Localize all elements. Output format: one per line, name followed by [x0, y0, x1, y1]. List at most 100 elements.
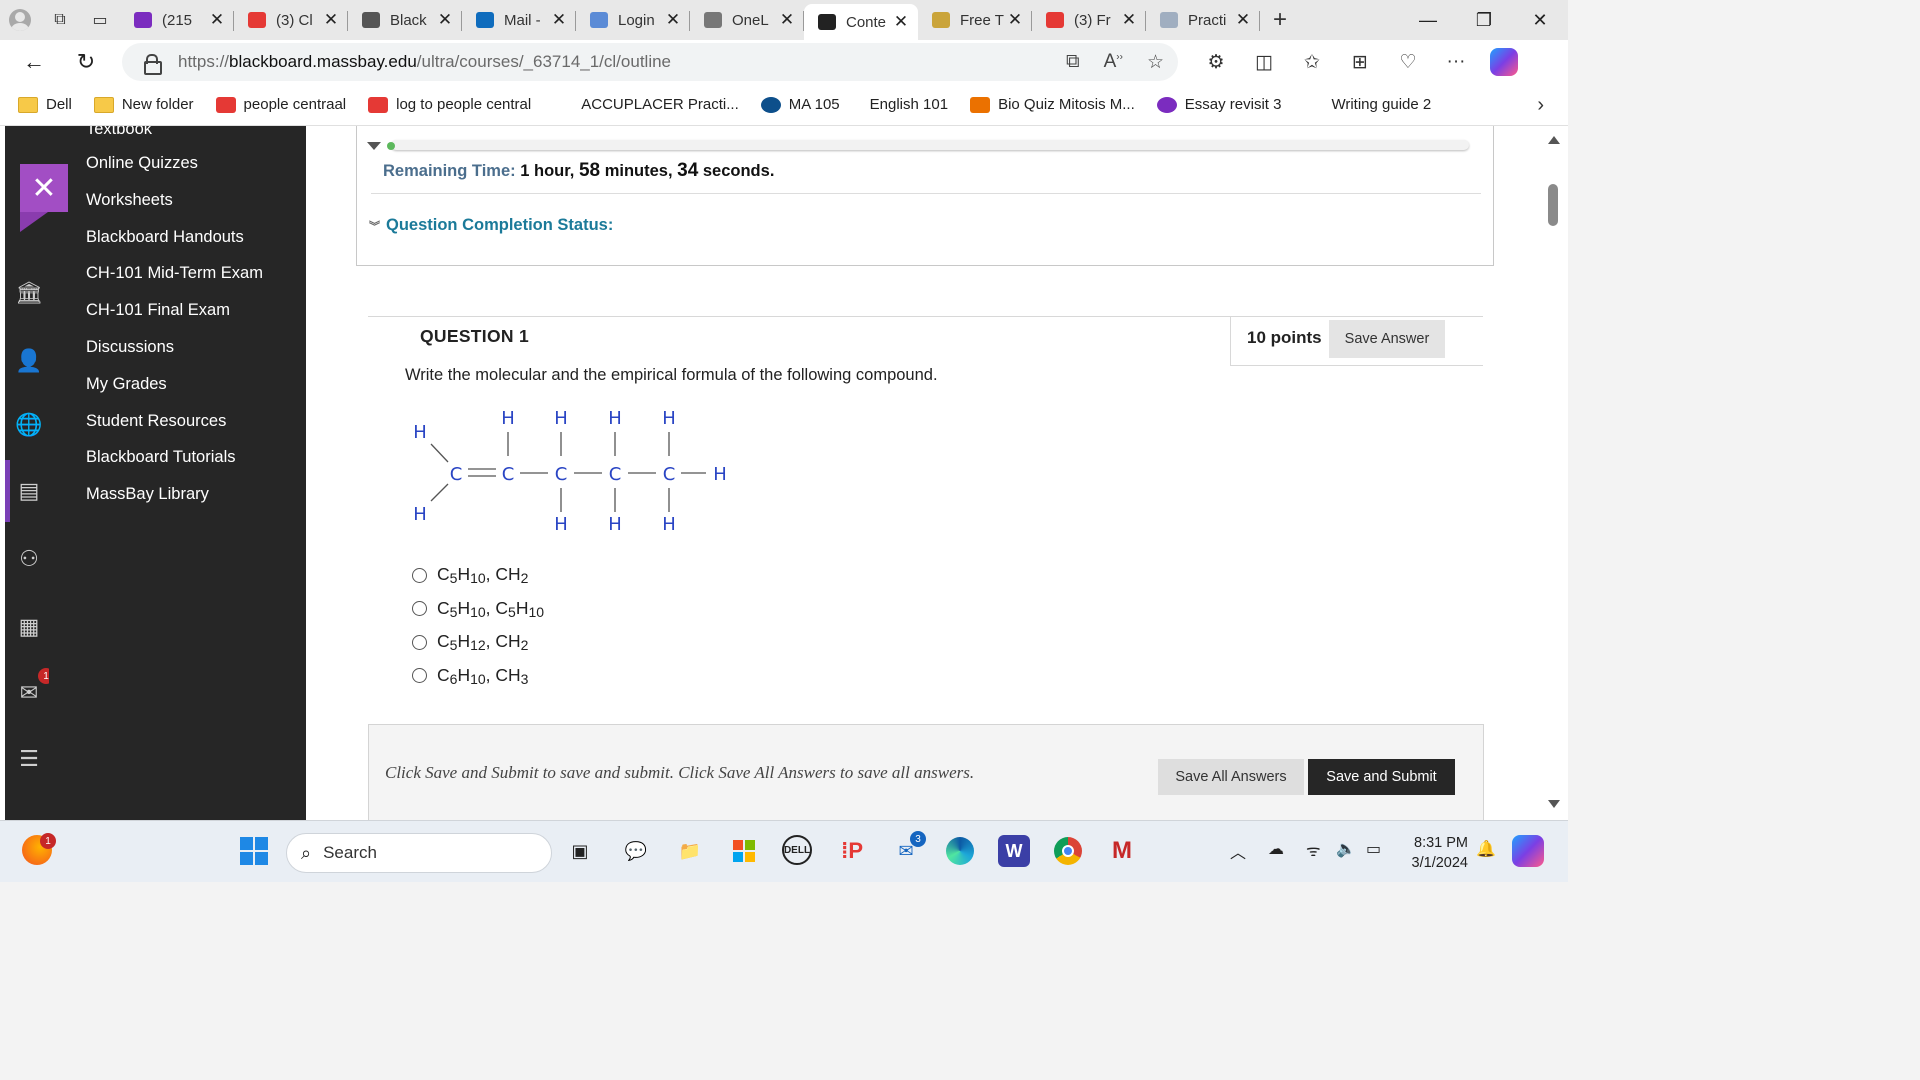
save-answer-button[interactable]: Save Answer [1329, 320, 1445, 358]
start-button[interactable] [238, 835, 270, 867]
favorites-icon[interactable]: ✩ [1288, 51, 1336, 74]
sidebar-item[interactable]: Blackboard Handouts [86, 228, 244, 247]
browser-tab[interactable]: Mail - ✕ [462, 4, 576, 36]
refresh-button[interactable]: ↻ [60, 40, 112, 84]
tab-actions-button[interactable]: ▭ [80, 0, 120, 40]
bookmark-item[interactable]: English 101 [862, 96, 948, 113]
save-all-answers-button[interactable]: Save All Answers [1158, 759, 1304, 795]
address-bar[interactable]: https://blackboard.massbay.edu/ultra/cou… [122, 43, 1178, 81]
browser-tab[interactable]: Conte ✕ [804, 4, 918, 40]
tab-close-icon[interactable]: ✕ [892, 12, 910, 32]
bookmark-item[interactable]: New folder [93, 96, 194, 113]
microsoft-store-icon[interactable] [728, 835, 760, 867]
tab-close-icon[interactable]: ✕ [778, 10, 796, 30]
tab-close-icon[interactable]: ✕ [1006, 10, 1024, 30]
close-panel-button[interactable]: ✕ [20, 164, 68, 212]
organizations-icon[interactable]: ⚇ [16, 546, 42, 572]
sidebar-item[interactable]: MassBay Library [86, 485, 209, 504]
new-tab-button[interactable]: + [1260, 6, 1300, 34]
sidebar-item[interactable]: Discussions [86, 338, 174, 357]
answer-choice[interactable]: C6H10, CH3 [412, 665, 528, 687]
close-window-button[interactable]: ✕ [1512, 0, 1568, 40]
favorite-star-icon[interactable]: ☆ [1147, 51, 1164, 74]
scrollbar-thumb[interactable] [1548, 184, 1558, 226]
bookmark-item[interactable]: ACCUPLACER Practi... [553, 96, 739, 113]
bookmark-item[interactable]: Writing guide 2 [1303, 96, 1431, 113]
taskbar-search[interactable]: ⌕ Search [286, 833, 552, 873]
webex-icon[interactable]: W [998, 835, 1030, 867]
scroll-up-arrow-icon[interactable] [1548, 136, 1560, 144]
restore-button[interactable]: ❐ [1456, 0, 1512, 40]
globe-icon[interactable]: 🌐 [15, 412, 42, 438]
task-view-icon[interactable]: ▣ [564, 835, 596, 867]
tab-close-icon[interactable]: ✕ [322, 10, 340, 30]
sidebar-item[interactable]: Blackboard Tutorials [86, 448, 236, 467]
page-scrollbar[interactable] [1540, 126, 1568, 820]
sidebar-item[interactable]: CH-101 Final Exam [86, 301, 230, 320]
battery-icon[interactable]: ▭ [1366, 839, 1381, 859]
mcafee-icon[interactable]: M [1106, 835, 1138, 867]
scroll-down-arrow-icon[interactable] [1548, 800, 1560, 808]
browser-essentials-icon[interactable]: ♡ [1384, 51, 1432, 74]
collections-icon[interactable]: ⊞ [1336, 51, 1384, 74]
system-clock[interactable]: 8:31 PM 3/1/2024 [1398, 833, 1468, 873]
more-menu-icon[interactable]: ··· [1432, 51, 1480, 73]
calendar-icon[interactable]: ▦ [16, 614, 42, 640]
edge-browser-icon[interactable] [944, 835, 976, 867]
grades-icon[interactable]: ☰ [16, 746, 42, 772]
bookmark-item[interactable]: Essay revisit 3 [1156, 96, 1281, 113]
sidebar-item[interactable]: Online Quizzes [86, 154, 198, 173]
save-and-submit-button[interactable]: Save and Submit [1308, 759, 1455, 795]
courses-icon[interactable]: ▤ [16, 478, 42, 504]
browser-tab[interactable]: OneL ✕ [690, 4, 804, 36]
browser-tab[interactable]: Login ✕ [576, 4, 690, 36]
browser-tab[interactable]: (215 ✕ [120, 4, 234, 36]
tab-close-icon[interactable]: ✕ [1120, 10, 1138, 30]
messages-icon[interactable]: ✉ [16, 680, 42, 706]
answer-choice[interactable]: C5H10, C5H10 [412, 598, 544, 620]
bookmark-item[interactable]: Bio Quiz Mitosis M... [970, 96, 1135, 113]
volume-icon[interactable]: 🔈 [1336, 839, 1356, 859]
tab-close-icon[interactable]: ✕ [1234, 10, 1252, 30]
sidebar-item[interactable]: Worksheets [86, 191, 173, 210]
file-explorer-icon[interactable]: 📁 [674, 835, 706, 867]
question-completion-toggle[interactable]: ︾ Question Completion Status: [369, 216, 613, 235]
answer-choice[interactable]: C5H12, CH2 [412, 631, 528, 653]
sidebar-item[interactable]: Student Resources [86, 412, 226, 431]
bookmark-item[interactable]: people centraal [215, 96, 346, 113]
show-hidden-icons[interactable]: ︿ [1230, 839, 1246, 863]
minimize-button[interactable]: — [1400, 0, 1456, 40]
institution-icon[interactable]: 🏛 [15, 280, 43, 306]
chrome-icon[interactable] [1052, 835, 1084, 867]
dell-icon[interactable]: DELL [782, 835, 812, 865]
radio-button[interactable] [412, 567, 427, 583]
collapse-caret-icon[interactable] [367, 142, 381, 150]
sidebar-item[interactable]: CH-101 Mid-Term Exam [86, 264, 263, 283]
workspaces-button[interactable]: ⧉ [40, 0, 80, 40]
radio-button[interactable] [412, 601, 427, 616]
wifi-icon[interactable]: ᯤ [1306, 839, 1321, 861]
sidebar-item[interactable]: My Grades [86, 375, 167, 394]
copilot-icon[interactable] [1490, 48, 1518, 76]
pulse-app-icon[interactable]: ⁞P [836, 835, 868, 867]
bookmark-item[interactable]: MA 105 [760, 96, 840, 113]
tab-close-icon[interactable]: ✕ [208, 10, 226, 30]
tab-close-icon[interactable]: ✕ [664, 10, 682, 30]
radio-button[interactable] [412, 668, 427, 683]
bookmarks-overflow-chevron-icon[interactable]: › [1537, 94, 1544, 117]
tab-close-icon[interactable]: ✕ [436, 10, 454, 30]
copilot-taskbar-icon[interactable] [1512, 835, 1544, 867]
answer-choice[interactable]: C5H10, CH2 [412, 564, 528, 586]
split-screen-icon[interactable]: ◫ [1240, 51, 1288, 74]
browser-tab[interactable]: Practi ✕ [1146, 4, 1260, 36]
read-aloud-icon[interactable]: A›› [1104, 51, 1123, 73]
bookmark-item[interactable]: Dell [18, 96, 72, 113]
browser-tab[interactable]: Black ✕ [348, 4, 462, 36]
back-button[interactable]: ← [8, 40, 60, 84]
notification-bell-icon[interactable]: 🔔 [1476, 839, 1496, 859]
profile-button[interactable] [0, 0, 40, 40]
browser-tab[interactable]: (3) Fr ✕ [1032, 4, 1146, 36]
sidebar-item-textbook[interactable]: Textbook [86, 126, 152, 139]
onedrive-icon[interactable]: ☁ [1268, 839, 1284, 859]
tab-close-icon[interactable]: ✕ [550, 10, 568, 30]
